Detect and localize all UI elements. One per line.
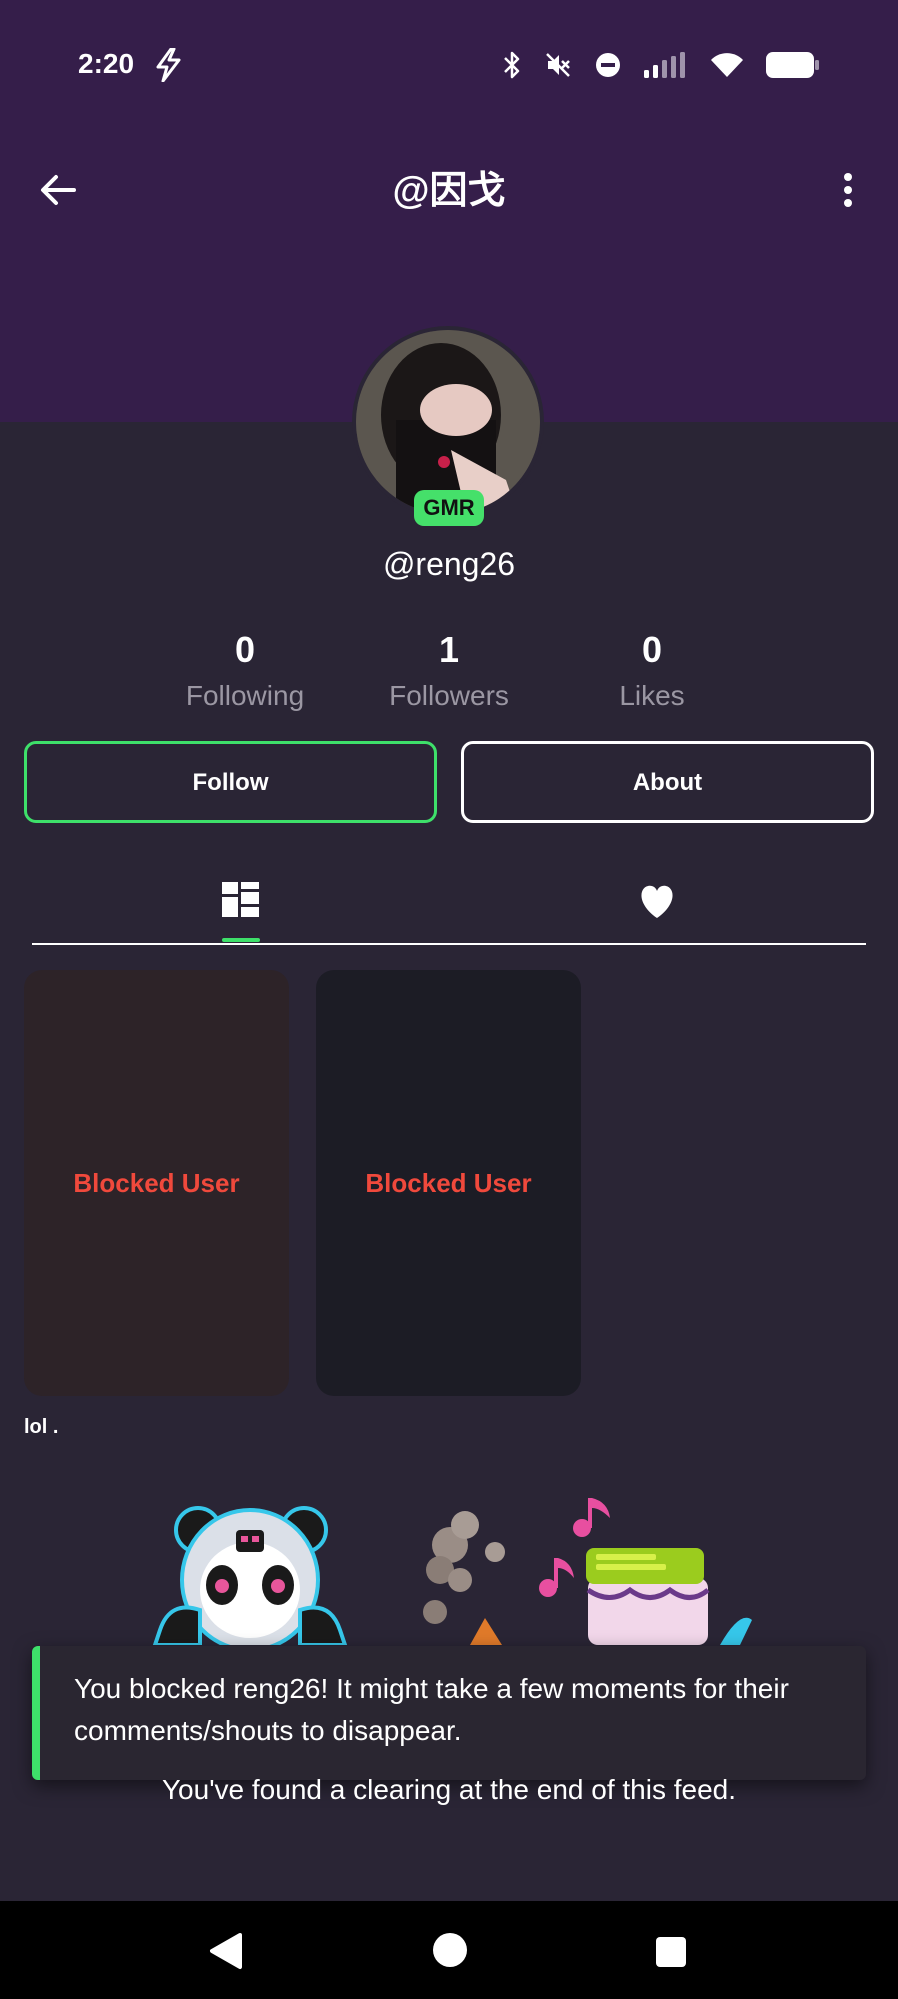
nav-back-icon[interactable] [206,1931,244,1971]
system-nav-bar [0,1901,898,1999]
tab-indicator [222,938,260,942]
toast-accent [32,1646,40,1780]
about-button[interactable]: About [461,741,874,823]
stat-label: Following [185,680,305,711]
stat-value: 0 [641,629,663,670]
grid-icon[interactable] [210,870,270,930]
end-of-feed-illustration [152,1498,752,1645]
stat-value: 1 [438,629,460,670]
profile-screen: 2:20 @因戈 GMR @reng26 0 Following 1 Follo… [0,0,898,1999]
stat-label: Followers [389,680,509,711]
wifi-icon [711,53,743,77]
tab-divider [32,943,866,945]
toast-notification: You blocked reng26! It might take a few … [32,1646,866,1780]
stat-following[interactable]: 0 Following [145,628,345,712]
heart-icon[interactable] [627,870,687,930]
stat-followers[interactable]: 1 Followers [349,628,549,712]
end-of-feed-message: You've found a clearing at the end of th… [161,1774,737,1805]
post-card[interactable]: Blocked User [24,970,289,1396]
username: @reng26 [382,546,516,582]
smoke-illustration [423,1511,505,1645]
dnd-icon [596,53,620,77]
jar-illustration [586,1548,752,1645]
more-vert-icon[interactable] [826,168,870,212]
bluetooth-icon [504,51,520,79]
status-time: 2:20 [78,48,135,79]
follow-button[interactable]: Follow [24,741,437,823]
panda-robot-illustration [152,1506,348,1645]
status-icons [502,50,820,80]
gmr-badge: GMR [414,490,484,526]
status-bar: 2:20 [0,0,898,132]
nav-home-icon[interactable] [432,1932,468,1968]
stat-likes[interactable]: 0 Likes [552,628,752,712]
blocked-user-label: Blocked User [73,1168,240,1198]
battery-icon [766,52,819,78]
mute-icon [546,53,570,77]
toast-message: You blocked reng26! It might take a few … [74,1673,789,1746]
blocked-user-label: Blocked User [365,1168,532,1198]
page-title: @因戈 [392,170,506,212]
stat-label: Likes [619,680,685,711]
bolt-icon [156,48,181,82]
stat-value: 0 [234,629,256,670]
signal-icon [644,52,685,78]
post-caption: lol . [24,1416,59,1438]
post-card[interactable]: Blocked User [316,970,581,1396]
nav-recents-icon[interactable] [655,1936,687,1968]
